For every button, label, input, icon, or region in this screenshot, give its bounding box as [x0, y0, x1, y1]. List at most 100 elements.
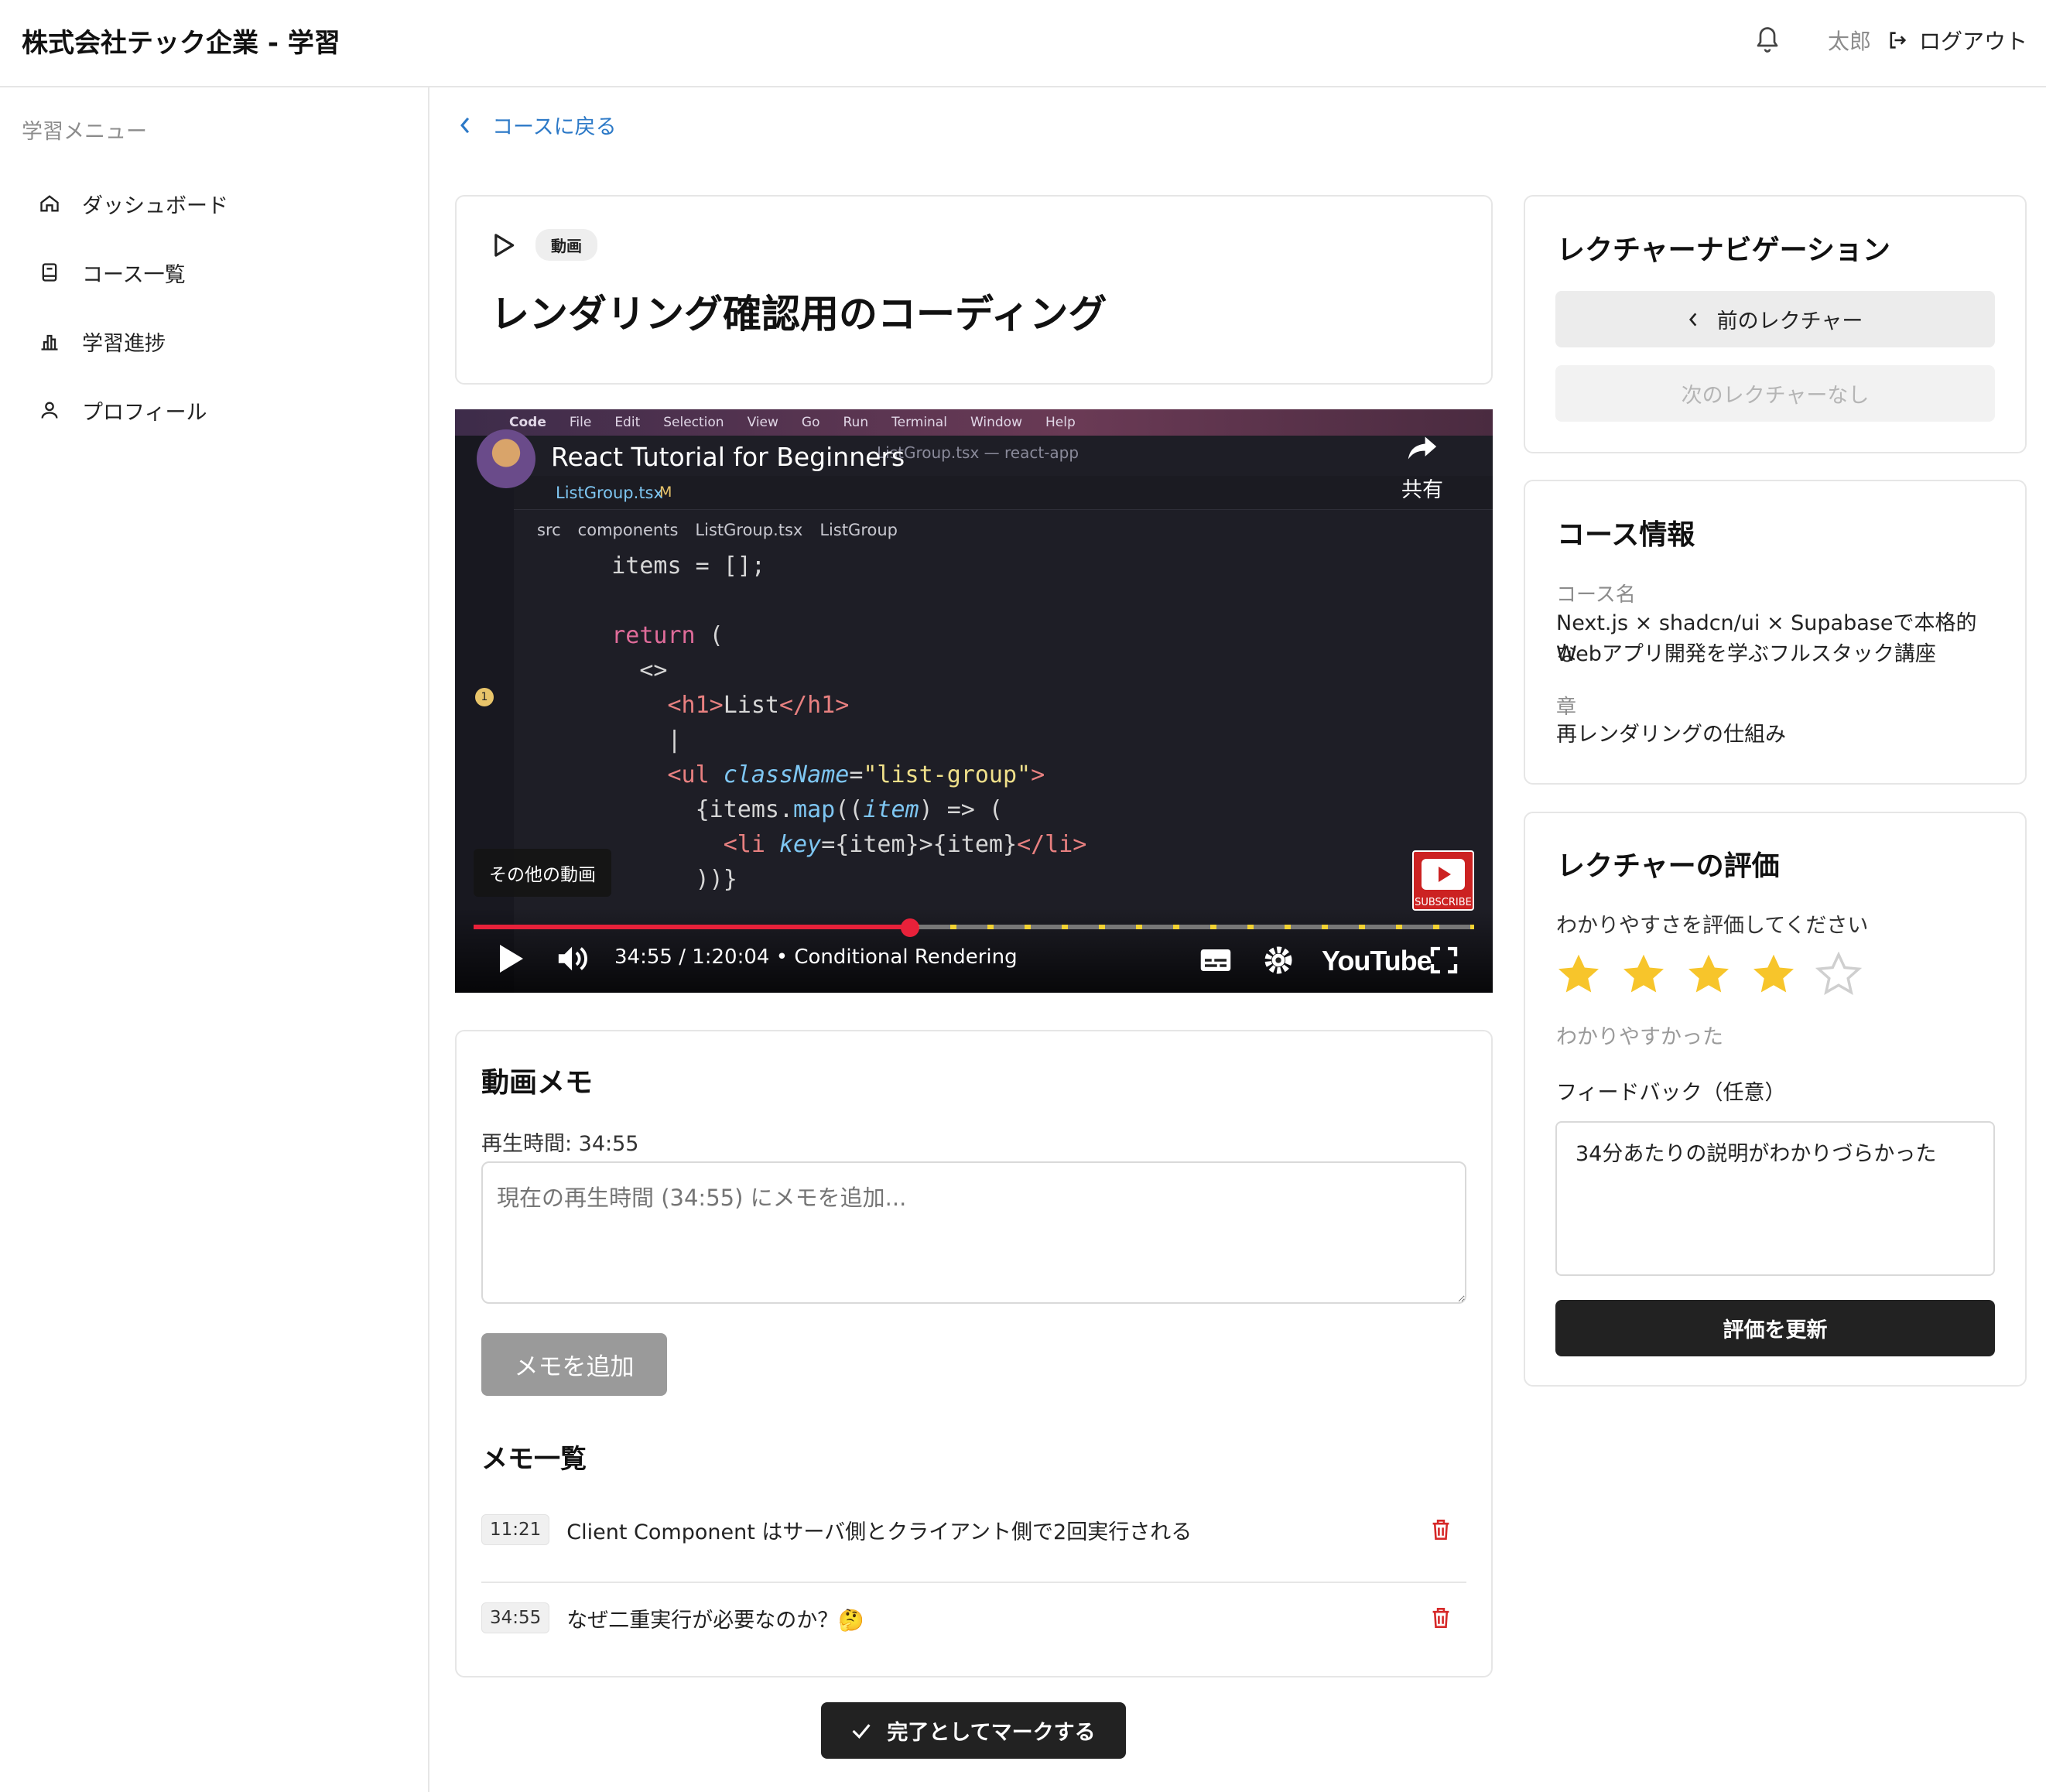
navigation-heading: レクチャーナビゲーション — [1557, 234, 1890, 266]
course-name-label: コース名 — [1556, 583, 1636, 607]
delete-memo-button[interactable] — [1431, 1606, 1451, 1635]
star-rating[interactable] — [1555, 952, 1862, 998]
memo-item: 34:55 なぜ二重実行が必要なのか？🤔 — [481, 1591, 1466, 1645]
trash-icon — [1432, 1608, 1449, 1628]
mark-complete-label: 完了としてマークする — [887, 1721, 1096, 1745]
check-icon — [852, 1723, 871, 1739]
memo-text: Client Component はサーバ側とクライアント側で2回実行される — [566, 1520, 1192, 1544]
video-frame-breadcrumb: src components ListGroup.tsx ListGroup — [537, 521, 898, 539]
video-title[interactable]: React Tutorial for Beginners — [551, 442, 905, 472]
video-frame-menu-item: Window — [970, 415, 1022, 430]
sidebar-item-label: コース一覧 — [82, 262, 186, 287]
play-icon — [494, 233, 515, 257]
video-frame-menu-item: Edit — [614, 415, 641, 430]
video-progress-played — [474, 925, 910, 929]
time-separator: • — [775, 946, 795, 969]
video-frame-crumb: ListGroup — [819, 521, 898, 539]
prev-lecture-button[interactable]: 前のレクチャー — [1555, 291, 1995, 347]
video-frame-menu-item: Go — [801, 415, 820, 430]
video-frame-code: items = []; return ( <> <h1>List</h1> | … — [556, 552, 1087, 893]
sidebar-item-courses[interactable]: コース一覧 — [39, 253, 186, 292]
chapter-value: 再レンダリングの仕組み — [1556, 723, 1786, 747]
lecture-title: レンダリング確認用のコーディング — [491, 292, 1107, 337]
video-frame-menu-item: Code — [509, 415, 546, 430]
video-frame-menu-item: Run — [843, 415, 869, 430]
bell-icon[interactable] — [1753, 23, 1781, 57]
sidebar-item-label: ダッシュボード — [82, 193, 228, 218]
rating-prompt: わかりやすさを評価してください — [1556, 914, 1869, 938]
subscribe-label: SUBSCRIBE — [1415, 897, 1472, 908]
sidebar-item-progress[interactable]: 学習進捗 — [39, 322, 166, 361]
memo-list-heading: メモ一覧 — [481, 1444, 587, 1475]
video-frame-crumb: ListGroup.tsx — [695, 521, 803, 539]
bar-chart-icon — [41, 334, 58, 351]
video-frame-tab-status: M — [659, 484, 672, 501]
video-frame-window-title: ListGroup.tsx — react-app — [877, 443, 1079, 462]
video-player[interactable]: Code File Edit Selection View Go Run Ter… — [455, 409, 1493, 993]
video-time-value: 34:55 / 1:20:04 — [614, 946, 770, 969]
memo-text: なぜ二重実行が必要なのか？🤔 — [566, 1608, 864, 1633]
video-frame-menu-item: File — [569, 415, 592, 430]
lecture-header-card: 動画 レンダリング確認用のコーディング — [455, 195, 1493, 385]
video-frame-menu-item: View — [747, 415, 778, 430]
memo-input[interactable] — [481, 1161, 1466, 1304]
video-frame-scm-badge: 1 — [475, 688, 494, 706]
more-videos-button[interactable]: その他の動画 — [474, 849, 611, 897]
share-label[interactable]: 共有 — [1401, 473, 1443, 503]
star-icon[interactable] — [1620, 952, 1667, 998]
channel-avatar[interactable] — [477, 429, 535, 488]
sidebar-title: 学習メニュー — [22, 120, 147, 144]
sidebar-item-profile[interactable]: プロフィール — [39, 391, 207, 429]
update-rating-button[interactable]: 評価を更新 — [1555, 1300, 1995, 1356]
video-frame-menu-item: Help — [1045, 415, 1076, 430]
chevron-left-icon — [460, 117, 470, 133]
add-memo-button[interactable]: メモを追加 — [481, 1333, 667, 1396]
sidebar: 学習メニュー ダッシュボード コース一覧 学習進捗 プロフィール — [0, 87, 429, 1792]
chapter-label: 章 — [1556, 696, 1577, 719]
brand-title[interactable]: 株式会社テック企業 - 学習 — [22, 22, 340, 60]
volume-icon[interactable] — [556, 943, 591, 977]
next-lecture-button: 次のレクチャーなし — [1555, 365, 1995, 422]
trash-icon — [1432, 1520, 1449, 1540]
memo-timestamp[interactable]: 34:55 — [481, 1602, 550, 1633]
course-info-heading: コース情報 — [1557, 519, 1695, 551]
sidebar-item-label: 学習進捗 — [82, 331, 166, 356]
video-frame-tab: ListGroup.tsx — [556, 484, 663, 502]
star-icon[interactable] — [1685, 952, 1732, 998]
star-icon[interactable] — [1750, 952, 1797, 998]
subscribe-button[interactable]: SUBSCRIBE — [1412, 850, 1474, 911]
logout-icon — [1890, 32, 1907, 49]
video-progress-knob[interactable] — [901, 918, 919, 937]
captions-icon[interactable] — [1199, 948, 1232, 976]
share-icon[interactable] — [1405, 433, 1439, 467]
delete-memo-button[interactable] — [1431, 1518, 1451, 1547]
settings-icon[interactable] — [1263, 945, 1294, 979]
memo-heading: 動画メモ — [481, 1067, 594, 1099]
memo-divider — [481, 1582, 1466, 1583]
rating-heading: レクチャーの評価 — [1557, 850, 1780, 882]
chevron-left-icon — [1688, 312, 1696, 327]
fullscreen-icon[interactable] — [1428, 945, 1459, 979]
video-frame-menu-item: Terminal — [891, 415, 947, 430]
video-frame-crumb: src — [537, 521, 561, 539]
user-name: 太郎 — [1827, 29, 1871, 54]
logout-button[interactable]: ログアウト — [1887, 25, 2027, 56]
sidebar-item-label: プロフィール — [82, 400, 207, 425]
video-chapter[interactable]: Conditional Rendering — [794, 946, 1017, 969]
logout-label: ログアウト — [1918, 29, 2027, 54]
playback-time-label: 再生時間: 34:55 — [481, 1132, 639, 1156]
back-to-course-link[interactable]: コースに戻る — [458, 110, 617, 140]
memo-timestamp[interactable]: 11:21 — [481, 1514, 550, 1545]
star-icon[interactable] — [1555, 952, 1602, 998]
home-icon — [40, 195, 59, 212]
star-icon[interactable] — [1815, 952, 1862, 998]
prev-lecture-label: 前のレクチャー — [1716, 309, 1863, 333]
play-icon[interactable] — [497, 943, 525, 977]
youtube-logo[interactable]: YouTube — [1322, 945, 1432, 977]
sidebar-item-dashboard[interactable]: ダッシュボード — [39, 184, 228, 223]
mark-complete-button[interactable]: 完了としてマークする — [821, 1702, 1126, 1759]
video-frame-crumb: components — [577, 521, 679, 539]
memo-item: 11:21 Client Component はサーバ側とクライアント側で2回実… — [481, 1503, 1466, 1557]
youtube-play-icon — [1422, 859, 1465, 890]
feedback-input[interactable]: 34分あたりの説明がわかりづらかった — [1555, 1121, 1995, 1276]
